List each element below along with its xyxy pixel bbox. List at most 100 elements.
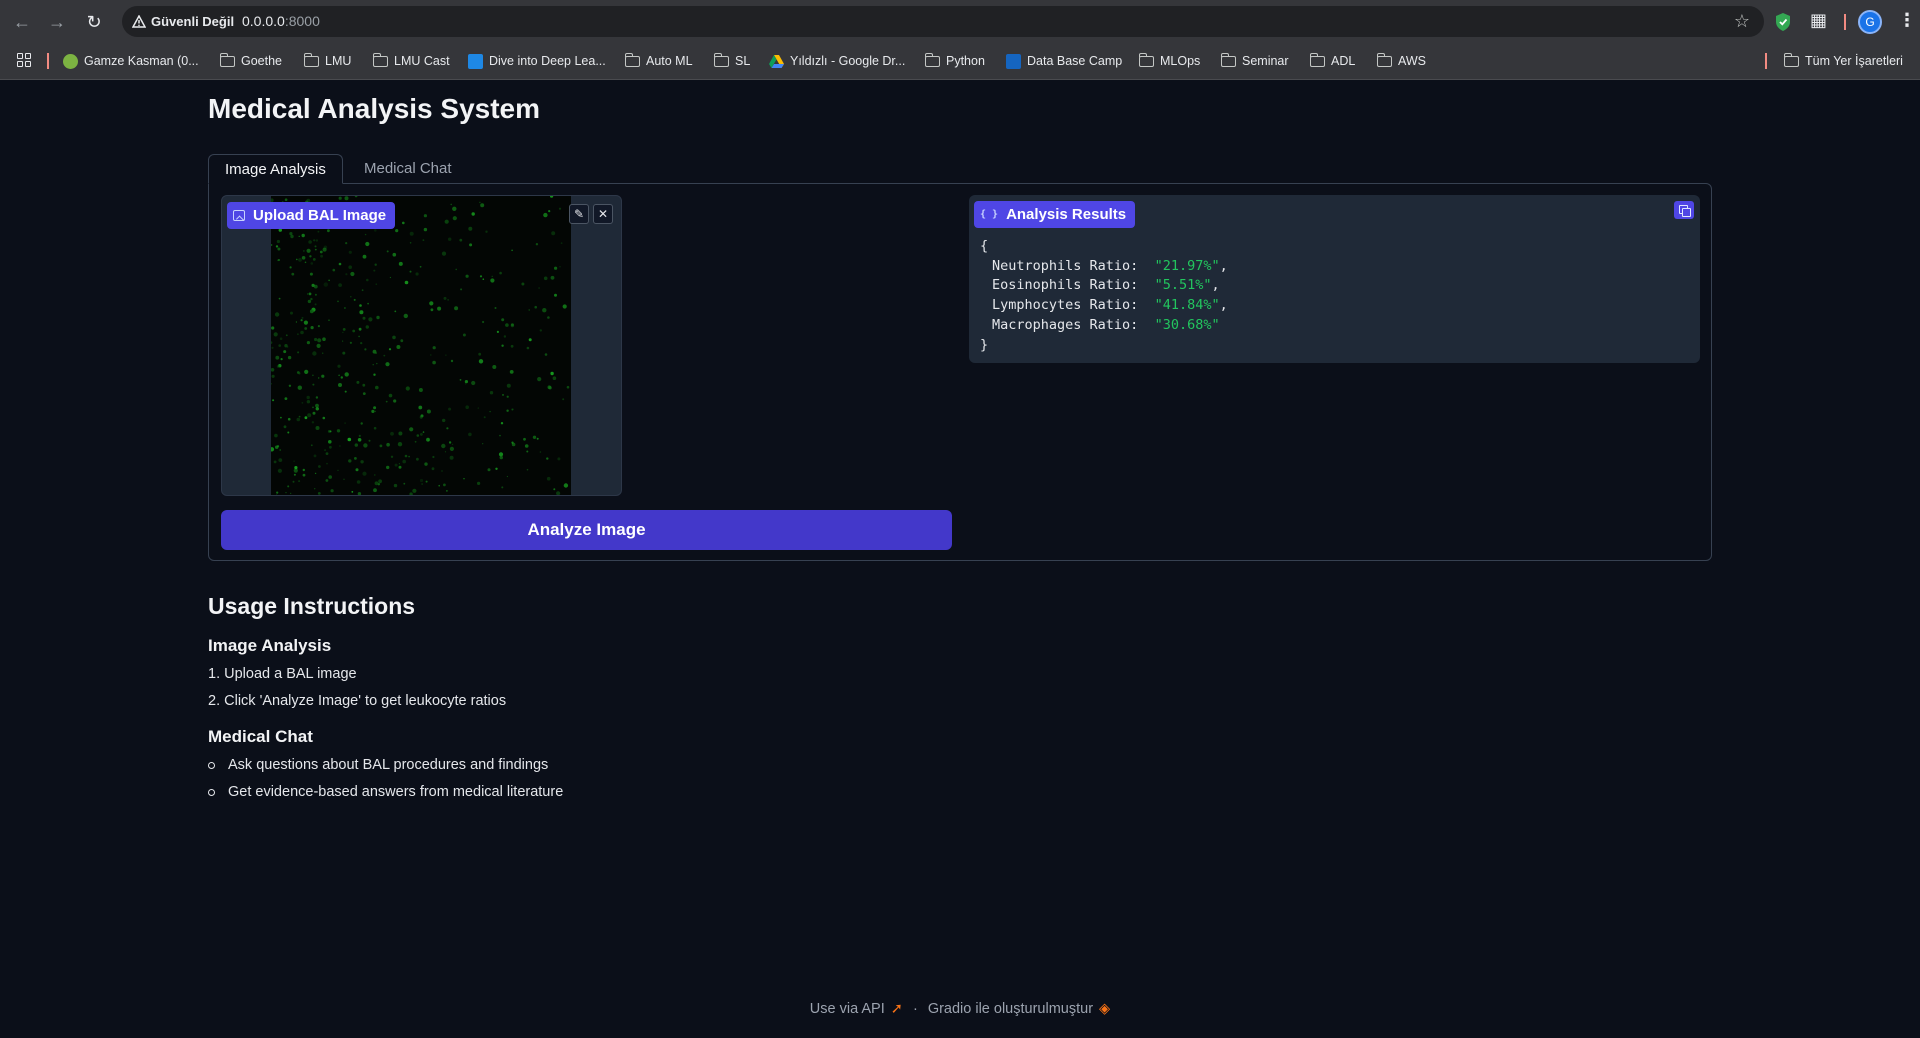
folder-icon bbox=[372, 52, 388, 67]
bookmark-label: Gamze Kasman (0... bbox=[84, 54, 199, 68]
built-with-gradio-link[interactable]: Gradio ile oluşturulmuştur bbox=[928, 1001, 1093, 1017]
url-host: 0.0.0.0 bbox=[242, 13, 285, 29]
bookmark-label: SL bbox=[735, 54, 751, 68]
kebab-menu-icon[interactable]: ⋮ bbox=[1898, 10, 1916, 31]
folder-icon bbox=[624, 52, 640, 67]
folder-icon bbox=[303, 52, 319, 67]
tab-medical-chat[interactable]: Medical Chat bbox=[348, 154, 468, 184]
bookmark-label: AWS bbox=[1398, 54, 1427, 68]
bookmark-label: Yıldızlı - Google Dr... bbox=[790, 54, 906, 68]
json-key: Macrophages Ratio: bbox=[992, 316, 1139, 333]
folder-icon bbox=[1783, 52, 1799, 67]
json-key: Eosinophils Ratio: bbox=[992, 277, 1139, 294]
image-analysis-heading: Image Analysis bbox=[208, 636, 332, 655]
bookmark-star-icon[interactable]: ☆ bbox=[1734, 11, 1750, 32]
security-chip[interactable]: Güvenli Değil bbox=[128, 10, 242, 33]
bookmark-label: MLOps bbox=[1160, 54, 1201, 68]
folder-icon bbox=[1138, 52, 1154, 67]
gradio-logo-icon: ◈ bbox=[1099, 1001, 1111, 1017]
back-arrow-icon[interactable]: ← bbox=[10, 10, 34, 34]
json-sep: , bbox=[1211, 277, 1220, 294]
folder-icon bbox=[713, 52, 729, 67]
folder-icon bbox=[924, 52, 940, 67]
results-label-chip: { } Analysis Results bbox=[974, 201, 1136, 228]
json-row-macrophages: Macrophages Ratio: "30.68%" bbox=[980, 316, 1228, 336]
upload-label: Upload BAL Image bbox=[253, 207, 387, 224]
instruction-item: Get evidence-based answers from medical … bbox=[228, 784, 564, 800]
copy-icon[interactable] bbox=[1674, 201, 1694, 219]
profile-avatar[interactable]: G bbox=[1858, 10, 1882, 34]
toolbar-divider bbox=[1844, 14, 1846, 30]
instruction-item: Ask questions about BAL procedures and f… bbox=[228, 757, 549, 773]
bookmark-label: Data Base Camp bbox=[1027, 54, 1123, 68]
json-key: Lymphocytes Ratio: bbox=[992, 297, 1139, 314]
apps-grid-icon[interactable] bbox=[17, 53, 31, 67]
analyze-image-button[interactable]: Analyze Image bbox=[221, 510, 952, 550]
bookmark-goethe[interactable]: Goethe bbox=[219, 52, 283, 70]
bullet-icon bbox=[208, 762, 215, 769]
bookmark-mlops[interactable]: MLOps bbox=[1138, 52, 1201, 70]
instruction-step: 2. Click 'Analyze Image' to get leukocyt… bbox=[208, 693, 507, 709]
bookmark-seminar[interactable]: Seminar bbox=[1220, 52, 1289, 70]
bullet-icon bbox=[208, 789, 215, 796]
braces-icon: { } bbox=[980, 209, 999, 220]
shield-extension-icon[interactable] bbox=[1774, 12, 1792, 32]
close-icon[interactable]: ✕ bbox=[593, 204, 613, 224]
upload-label-chip: Upload BAL Image bbox=[227, 202, 396, 229]
bookmark-auto-ml[interactable]: Auto ML bbox=[624, 52, 693, 70]
folder-icon bbox=[219, 52, 235, 67]
url-text[interactable]: 0.0.0.0:8000 bbox=[242, 13, 320, 29]
bookmark-python[interactable]: Python bbox=[924, 52, 985, 70]
all-bookmarks-label: Tüm Yer İşaretleri bbox=[1805, 54, 1903, 68]
url-port: :8000 bbox=[284, 13, 320, 29]
bookmark-adl[interactable]: ADL bbox=[1309, 52, 1356, 70]
usage-instructions-title: Usage Instructions bbox=[208, 593, 416, 619]
bookmark-google-drive[interactable]: Yıldızlı - Google Dr... bbox=[769, 52, 905, 70]
bookmark-lmu[interactable]: LMU bbox=[303, 52, 351, 70]
toolbar-right-icons: ▦ G ⋮ bbox=[1764, 8, 1920, 36]
json-value: "41.84%" bbox=[1154, 297, 1220, 314]
bookmark-lmu-cast[interactable]: LMU Cast bbox=[372, 52, 450, 70]
d2l-favicon bbox=[468, 53, 483, 69]
all-bookmarks[interactable]: Tüm Yer İşaretleri bbox=[1783, 52, 1903, 70]
forward-arrow-icon[interactable]: → bbox=[45, 10, 69, 34]
json-close-brace: } bbox=[980, 336, 989, 353]
json-row-eosinophils: Eosinophils Ratio: "5.51%", bbox=[980, 276, 1228, 296]
json-row-neutrophils: Neutrophils Ratio: "21.97%", bbox=[980, 257, 1228, 277]
page-title: Medical Analysis System bbox=[208, 93, 541, 124]
bookmark-label: Goethe bbox=[241, 54, 283, 68]
image-analysis-panel: Upload BAL Image ✎ ✕ Analyze Image { } A… bbox=[208, 183, 1712, 561]
bookmark-sl[interactable]: SL bbox=[713, 52, 751, 70]
json-value: "21.97%" bbox=[1154, 257, 1220, 274]
bookmark-aws[interactable]: AWS bbox=[1376, 52, 1427, 70]
bal-microscopy-image bbox=[271, 196, 571, 495]
reload-icon[interactable]: ↻ bbox=[82, 10, 106, 34]
bookmarks-divider bbox=[1765, 53, 1767, 69]
json-sep: , bbox=[1219, 257, 1228, 274]
footer-separator: · bbox=[912, 1001, 918, 1017]
edit-icon[interactable]: ✎ bbox=[569, 204, 589, 224]
address-bar[interactable]: Güvenli Değil 0.0.0.0:8000 ☆ bbox=[122, 6, 1764, 37]
folder-icon bbox=[1376, 52, 1392, 67]
bookmarks-bar: Gamze Kasman (0... Goethe LMU LMU Cast D… bbox=[0, 48, 1920, 74]
use-via-api-link[interactable]: Use via API bbox=[810, 1001, 885, 1017]
tab-image-analysis[interactable]: Image Analysis bbox=[208, 154, 343, 184]
results-json: { Neutrophils Ratio: "21.97%", Eosinophi… bbox=[980, 237, 1228, 355]
bookmark-data-base-camp[interactable]: Data Base Camp bbox=[1006, 52, 1122, 70]
extensions-icon[interactable]: ▦ bbox=[1810, 10, 1827, 31]
json-row-lymphocytes: Lymphocytes Ratio: "41.84%", bbox=[980, 296, 1228, 316]
bookmark-label: ADL bbox=[1331, 54, 1356, 68]
bookmark-label: Python bbox=[946, 54, 985, 68]
image-upload-box[interactable]: Upload BAL Image ✎ ✕ bbox=[221, 195, 622, 496]
warning-icon bbox=[132, 15, 146, 28]
bookmark-label: Dive into Deep Lea... bbox=[489, 54, 606, 68]
json-key: Neutrophils Ratio: bbox=[992, 257, 1139, 274]
google-drive-icon bbox=[769, 54, 784, 68]
instruction-step: 1. Upload a BAL image bbox=[208, 666, 357, 682]
medical-chat-heading: Medical Chat bbox=[208, 727, 313, 746]
bookmark-gamze[interactable]: Gamze Kasman (0... bbox=[63, 52, 199, 70]
bookmark-d2l[interactable]: Dive into Deep Lea... bbox=[468, 52, 606, 70]
browser-toolbar: ← → ↻ Güvenli Değil 0.0.0.0:8000 ☆ ▦ G ⋮ bbox=[0, 0, 1920, 44]
security-label: Güvenli Değil bbox=[151, 14, 235, 29]
footer: Use via API ➚ · Gradio ile oluşturulmuştu… bbox=[0, 1001, 1920, 1017]
